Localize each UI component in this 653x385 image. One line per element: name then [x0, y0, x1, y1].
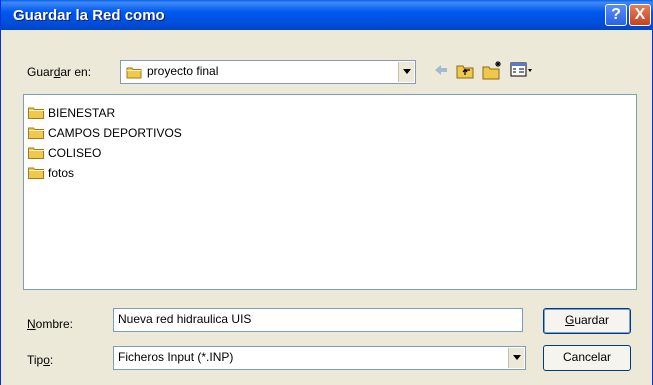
dialog-title: Guardar la Red como: [13, 7, 165, 24]
chevron-down-icon[interactable]: [398, 62, 414, 82]
close-button[interactable]: X: [629, 4, 651, 26]
save-in-value: proyecto final: [147, 64, 219, 78]
filename-value: Nueva red hidraulica UIS: [118, 312, 252, 326]
new-folder-icon[interactable]: [482, 60, 504, 80]
view-menu-icon[interactable]: [510, 62, 534, 78]
filename-input[interactable]: Nueva red hidraulica UIS: [113, 308, 523, 332]
back-arrow-icon[interactable]: [433, 62, 449, 78]
chevron-down-icon[interactable]: [508, 348, 524, 368]
save-as-dialog: Guardar la Red como ? X Guardar en: proy…: [0, 0, 653, 385]
help-button[interactable]: ?: [605, 4, 627, 26]
filename-label: Nombre:: [27, 317, 74, 331]
file-name: fotos: [48, 166, 75, 180]
file-list[interactable]: BIENESTAR CAMPOS DEPORTIVOS COLISEO foto…: [23, 94, 637, 290]
save-button[interactable]: Guardar: [543, 308, 631, 334]
cancel-button[interactable]: Cancelar: [543, 345, 631, 371]
folder-icon: [28, 107, 44, 119]
folder-icon: [126, 67, 142, 79]
file-name: COLISEO: [48, 146, 102, 160]
filetype-dropdown[interactable]: Ficheros Input (*.INP): [113, 346, 526, 370]
filetype-value: Ficheros Input (*.INP): [118, 350, 234, 364]
filetype-label: Tipo:: [27, 353, 54, 367]
file-name: CAMPOS DEPORTIVOS: [48, 126, 182, 140]
folder-icon: [28, 167, 44, 179]
up-folder-icon[interactable]: [456, 62, 476, 80]
save-in-dropdown[interactable]: proyecto final: [120, 60, 416, 84]
save-in-label: Guardar en:: [27, 65, 92, 79]
folder-icon: [28, 147, 44, 159]
folder-icon: [28, 127, 44, 139]
file-name: BIENESTAR: [48, 106, 116, 120]
title-bar[interactable]: Guardar la Red como ? X: [1, 0, 653, 30]
